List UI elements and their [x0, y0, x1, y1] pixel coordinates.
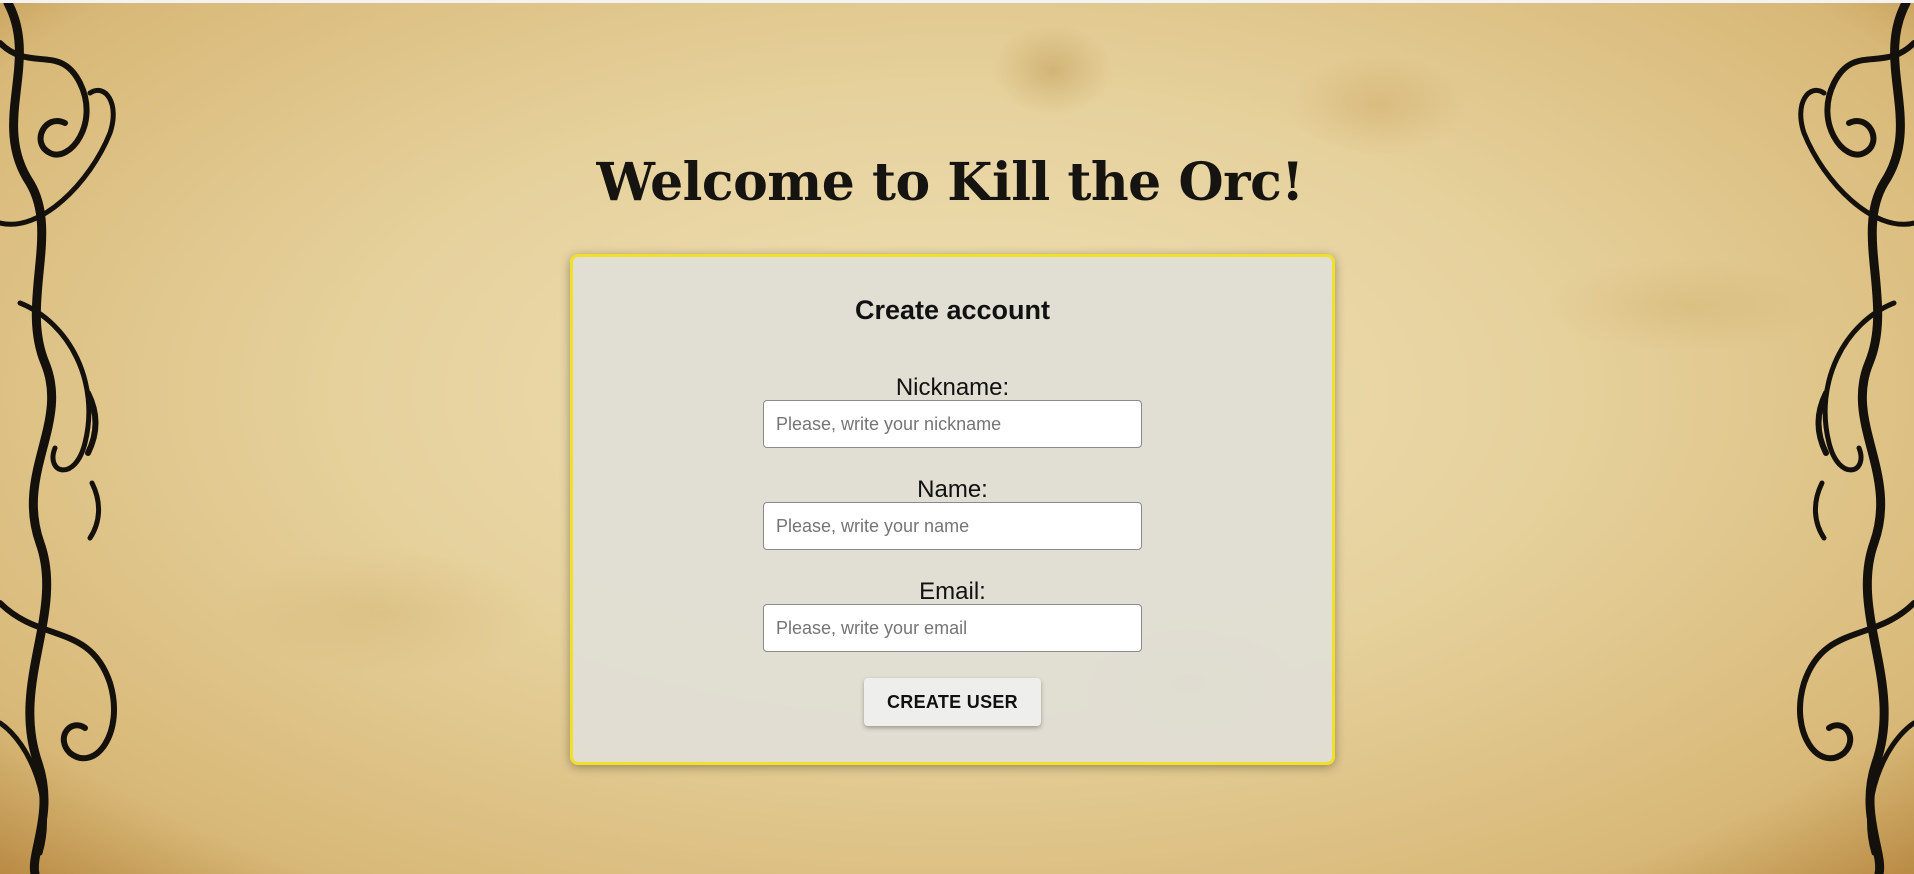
nickname-input[interactable] [763, 400, 1142, 448]
create-account-heading: Create account [854, 295, 1051, 325]
email-label: Email: [919, 578, 986, 605]
window-top-edge [0, 0, 1914, 3]
create-account-card: Create account Nickname: Name: Email: CR… [570, 254, 1335, 765]
create-user-button[interactable]: CREATE USER [864, 678, 1041, 726]
email-input[interactable] [763, 604, 1142, 652]
page-title: Welcome to Kill the Orc! [596, 152, 1304, 213]
right-border-ornament [1797, 3, 1914, 874]
name-input[interactable] [763, 502, 1142, 550]
left-border-ornament [0, 3, 117, 874]
nickname-label: Nickname: [895, 374, 1010, 401]
name-label: Name: [917, 476, 988, 503]
